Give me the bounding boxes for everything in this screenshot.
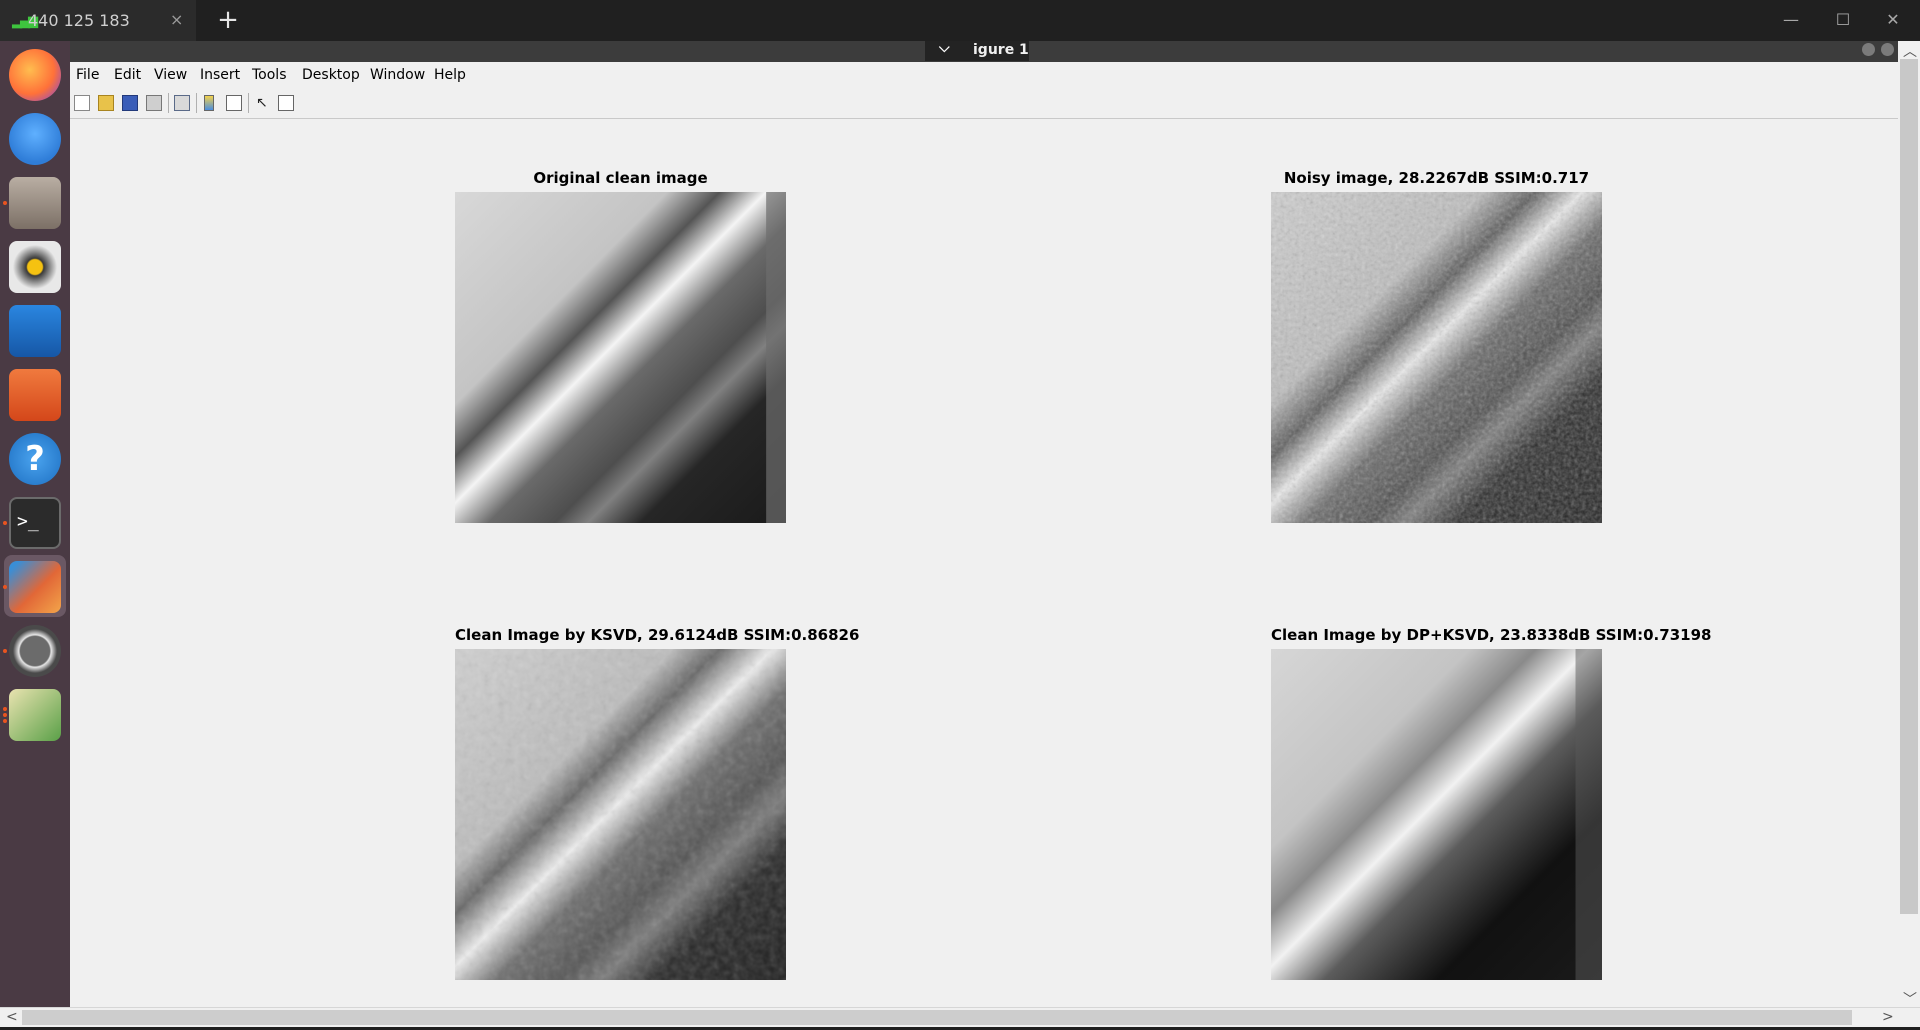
property-editor-icon[interactable] [278,95,294,111]
menu-tools[interactable]: Tools [252,67,287,83]
tab-close-icon[interactable]: × [170,10,183,29]
new-tab-button[interactable]: + [214,6,242,34]
dpksvd-clean-image[interactable] [1271,649,1602,980]
toolbar-separator [196,93,197,113]
help-icon[interactable]: ? [9,433,61,485]
running-indicator [3,201,7,205]
ksvd-clean-image[interactable] [455,649,786,980]
subplot-title-original: Original clean image [533,169,708,187]
vertical-scroll-thumb[interactable] [1900,59,1918,914]
running-indicator [3,719,7,723]
legend-icon[interactable] [226,95,242,111]
menu-help[interactable]: Help [434,67,466,83]
close-window-button[interactable]: ✕ [1878,8,1908,32]
print-preview-icon[interactable] [174,95,190,111]
horizontal-scroll-thumb[interactable] [22,1010,1852,1025]
software-updater-icon[interactable] [9,625,61,677]
menu-desktop[interactable]: Desktop [302,67,360,83]
scroll-right-icon[interactable]: > [1882,1009,1894,1025]
running-indicator [3,649,7,653]
remote-desktop-titlebar [0,0,1920,41]
minimize-button[interactable]: — [1776,8,1806,32]
colorbar-icon[interactable] [204,95,214,111]
image-viewer-icon[interactable] [9,689,61,741]
chevron-down-icon[interactable]: ⌵ [939,40,950,56]
running-indicator [3,585,7,589]
menu-view[interactable]: View [154,67,187,83]
thunderbird-icon[interactable] [9,113,61,165]
scroll-left-icon[interactable]: < [6,1009,18,1025]
scroll-up-icon[interactable]: ︿ [1903,41,1917,61]
remote-session-tab[interactable]: ▂▄▆ 440 125 183 × [0,0,196,41]
running-indicator [3,713,7,717]
running-indicator [3,707,7,711]
subplot-title-dpksvd: Clean Image by DP+KSVD, 23.8338dB SSIM:0… [1271,626,1712,644]
original-clean-image[interactable] [455,192,786,523]
matlab-icon[interactable] [9,561,61,613]
figure-menubar: File Edit View Insert Tools Desktop Wind… [70,62,1898,89]
rhythmbox-icon[interactable] [9,241,61,293]
toolbar-separator [168,93,169,113]
select-arrow-icon[interactable]: ↖ [256,95,272,111]
figure-title-text: igure 1 [973,42,1029,58]
software-center-icon[interactable] [9,369,61,421]
subplot-title-noisy: Noisy image, 28.2267dB SSIM:0.717 [1283,169,1590,187]
minimize-figure-icon[interactable] [1862,43,1875,56]
print-icon[interactable] [146,95,162,111]
ubuntu-launcher: ? >_ [0,41,70,1012]
remote-session-label: 440 125 183 [28,11,130,30]
terminal-icon[interactable]: >_ [9,497,61,549]
running-indicator [3,521,7,525]
maximize-button[interactable]: ☐ [1828,8,1858,32]
figure-toolbar: ↖ [70,88,1898,119]
scroll-down-icon[interactable]: ﹀ [1903,989,1917,1009]
menu-file[interactable]: File [76,67,99,83]
figure-canvas: Original clean image Noisy image, 28.226… [70,119,1898,1007]
open-icon[interactable] [98,95,114,111]
figure-title[interactable]: ⌵ igure 1 [925,40,1029,61]
menu-window[interactable]: Window [370,67,425,83]
firefox-icon[interactable] [9,49,61,101]
menu-insert[interactable]: Insert [200,67,240,83]
save-icon[interactable] [122,95,138,111]
files-icon[interactable] [9,177,61,229]
new-figure-icon[interactable] [74,95,90,111]
subplot-title-ksvd: Clean Image by KSVD, 29.6124dB SSIM:0.86… [455,626,860,644]
writer-icon[interactable] [9,305,61,357]
maximize-figure-icon[interactable] [1881,43,1894,56]
menu-edit[interactable]: Edit [114,67,141,83]
toolbar-separator [248,93,249,113]
noisy-image[interactable] [1271,192,1602,523]
